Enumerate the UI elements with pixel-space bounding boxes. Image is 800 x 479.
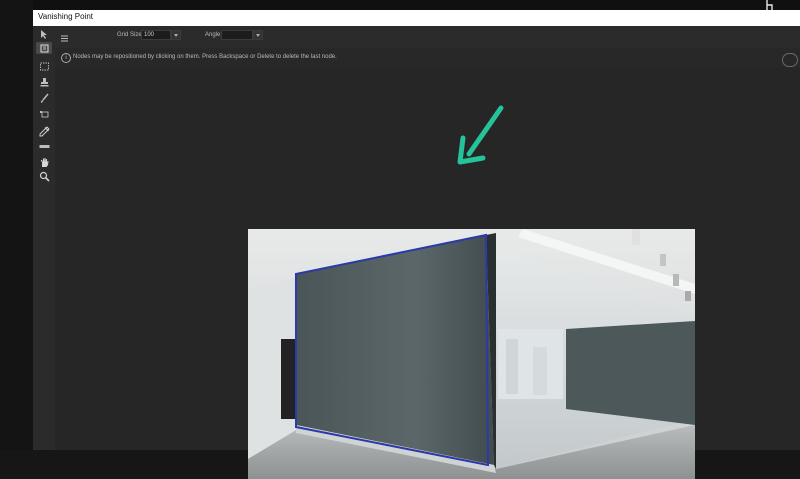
- desktop-top-strip: [0, 0, 800, 10]
- options-menu-icon[interactable]: [60, 30, 69, 48]
- ok-button[interactable]: [782, 53, 798, 67]
- info-bar: i Nodes may be repositioned by clicking …: [55, 48, 800, 69]
- angle-dropdown[interactable]: [253, 30, 263, 40]
- zoom-tool-icon[interactable]: [36, 170, 52, 182]
- tool-palette: [33, 26, 56, 450]
- title-bar: Vanishing Point: [33, 10, 800, 26]
- transform-tool-icon[interactable]: [36, 108, 52, 120]
- stamp-tool-icon[interactable]: [36, 76, 52, 88]
- create-plane-tool-icon[interactable]: [36, 42, 52, 54]
- hand-tool-icon[interactable]: [36, 156, 52, 168]
- grid-size-label: Grid Size:: [117, 32, 144, 38]
- preview-canvas[interactable]: [55, 68, 800, 479]
- options-bar: Grid Size: 100 Angle:: [55, 26, 800, 49]
- eyedropper-tool-icon[interactable]: [36, 125, 52, 137]
- annotation-arrow-icon: [457, 105, 504, 165]
- info-icon: i: [61, 53, 71, 63]
- grid-size-field[interactable]: 100: [141, 30, 171, 40]
- vanishing-point-dialog: Vanishing Point Grid Size: 100 Angle: i …: [33, 10, 800, 479]
- window-title: Vanishing Point: [38, 12, 93, 21]
- brush-tool-icon[interactable]: [36, 92, 52, 104]
- grid-size-dropdown[interactable]: [171, 30, 181, 40]
- measure-tool-icon[interactable]: [36, 140, 52, 152]
- desktop-left-strip: [0, 0, 33, 450]
- marquee-tool-icon[interactable]: [36, 60, 52, 72]
- room-photo-drawing: [248, 229, 695, 479]
- angle-field[interactable]: [221, 30, 253, 40]
- room-photo: [248, 229, 695, 479]
- edit-plane-tool-icon[interactable]: [36, 28, 52, 40]
- angle-label: Angle:: [205, 32, 223, 38]
- info-message: Nodes may be repositioned by clicking on…: [73, 54, 337, 60]
